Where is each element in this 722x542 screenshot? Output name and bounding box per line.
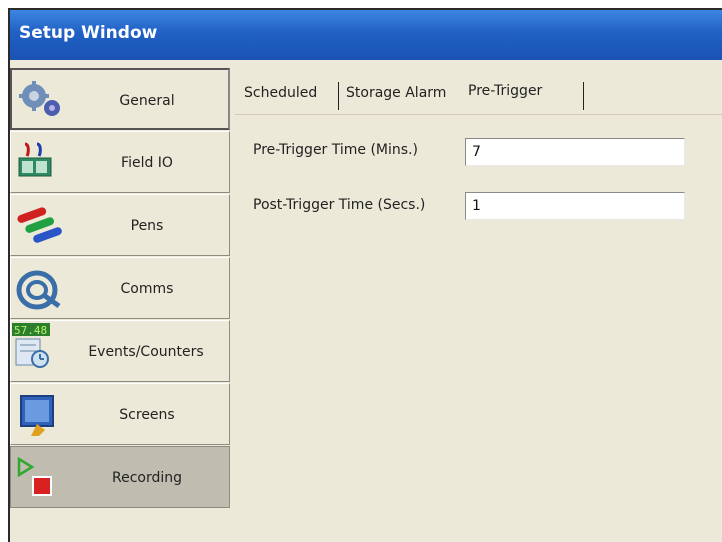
events-counters-icon: 57.48 xyxy=(12,323,50,368)
tab-separator xyxy=(583,82,584,110)
sidebar: General Field IO Pens Comms 57.48 Events… xyxy=(10,68,233,542)
sidebar-item-field-io[interactable]: Field IO xyxy=(10,131,230,193)
tab-scheduled[interactable]: Scheduled xyxy=(244,78,317,116)
post-trigger-time-label: Post-Trigger Time (Secs.) xyxy=(253,197,426,213)
sidebar-item-label: Recording xyxy=(111,470,183,486)
pre-trigger-time-field[interactable]: 7 xyxy=(465,138,685,166)
recording-icon xyxy=(17,456,52,496)
window-title: Setup Window xyxy=(10,10,722,60)
sidebar-item-label: Events/Counters xyxy=(88,344,204,360)
sidebar-item-label: General xyxy=(119,93,175,109)
tab-storage-alarm[interactable]: Storage Alarm xyxy=(346,78,446,116)
gears-icon xyxy=(19,81,60,116)
sidebar-item-label: Comms xyxy=(120,281,174,297)
field-io-icon xyxy=(18,142,52,177)
sidebar-item-events-counters[interactable]: 57.48 Events/Counters xyxy=(10,320,230,382)
sidebar-item-label: Pens xyxy=(130,218,164,234)
setup-window: Setup Window General Field IO Pens Comms… xyxy=(8,8,722,542)
tab-separator xyxy=(338,82,339,110)
tab-strip-divider xyxy=(235,114,722,115)
settings-panel: Scheduled Storage Alarm Pre-Trigger Pre-… xyxy=(235,68,722,542)
counter-display-text: 57.48 xyxy=(14,324,47,337)
sidebar-item-pens[interactable]: Pens xyxy=(10,194,230,256)
sidebar-item-label: Screens xyxy=(119,407,175,423)
tab-pre-trigger[interactable]: Pre-Trigger xyxy=(468,76,542,114)
sidebar-item-general[interactable]: General xyxy=(10,68,230,130)
sidebar-item-comms[interactable]: Comms xyxy=(10,257,230,319)
sidebar-item-label: Field IO xyxy=(121,155,173,171)
post-trigger-time-field[interactable]: 1 xyxy=(465,192,685,220)
sidebar-item-recording[interactable]: Recording xyxy=(10,446,230,508)
comms-cable-icon xyxy=(16,270,61,310)
screens-icon xyxy=(20,395,54,436)
sidebar-item-screens[interactable]: Screens xyxy=(10,383,230,445)
pre-trigger-time-label: Pre-Trigger Time (Mins.) xyxy=(253,142,418,158)
pens-icon xyxy=(17,207,62,243)
